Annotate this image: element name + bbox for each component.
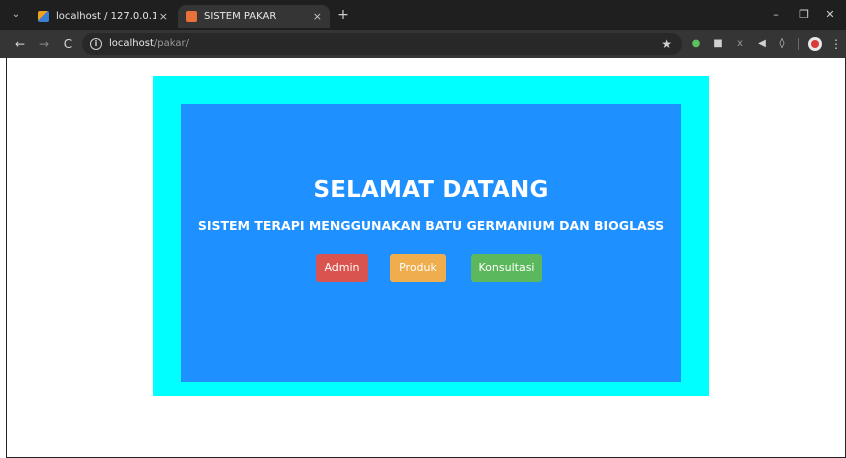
tab-title: localhost / 127.0.0.1 / pakar | p (56, 11, 156, 22)
browser-tab-bar: ⌄ localhost / 127.0.0.1 / pakar | p × SI… (0, 0, 846, 30)
tab-sistem-pakar[interactable]: SISTEM PAKAR × (178, 5, 330, 28)
tab-search-icon[interactable]: ⌄ (8, 7, 24, 23)
welcome-panel: SELAMAT DATANG SISTEM TERAPI MENGGUNAKAN… (181, 104, 681, 382)
tab-close-icon[interactable]: × (159, 5, 168, 28)
page-subtitle: SISTEM TERAPI MENGGUNAKAN BATU GERMANIUM… (197, 218, 665, 233)
admin-button[interactable]: Admin (316, 254, 368, 282)
extension-shield-icon[interactable]: ■ (712, 38, 724, 50)
new-tab-button[interactable]: + (334, 6, 352, 24)
address-path: /pakar/ (153, 38, 189, 49)
toolbar-divider (798, 38, 799, 50)
page-viewport: SELAMAT DATANG SISTEM TERAPI MENGGUNAKAN… (6, 58, 846, 458)
konsultasi-button[interactable]: Konsultasi (471, 254, 542, 282)
tab-phpmyadmin[interactable]: localhost / 127.0.0.1 / pakar | p × (30, 5, 176, 28)
close-window-button[interactable]: ✕ (822, 7, 838, 23)
tab-close-icon[interactable]: × (313, 5, 322, 28)
produk-button[interactable]: Produk (390, 254, 446, 282)
phpmyadmin-favicon-icon (38, 11, 49, 22)
reload-button[interactable]: C (60, 36, 76, 52)
profile-avatar[interactable] (808, 37, 822, 51)
address-bar[interactable]: i localhost/pakar/ ★ (82, 33, 682, 55)
forward-button[interactable]: → (36, 36, 52, 52)
browser-toolbar: ← → C i localhost/pakar/ ★ ● ■ x ◀ ◊ ⋮ (0, 30, 846, 58)
address-host: localhost (109, 38, 154, 49)
outer-panel: SELAMAT DATANG SISTEM TERAPI MENGGUNAKAN… (153, 76, 709, 396)
browser-menu-icon[interactable]: ⋮ (830, 36, 842, 52)
site-favicon-icon (186, 11, 197, 22)
extension-small-icon[interactable]: x (734, 38, 746, 50)
address-url[interactable]: localhost/pakar/ (109, 37, 189, 51)
extensions-puzzle-icon[interactable]: ◊ (776, 38, 788, 50)
back-button[interactable]: ← (12, 36, 28, 52)
maximize-button[interactable]: ❐ (796, 7, 812, 23)
bookmark-star-icon[interactable]: ★ (661, 36, 672, 52)
page-title: SELAMAT DATANG (313, 177, 549, 203)
extension-arrow-icon[interactable]: ◀ (756, 38, 768, 50)
site-info-icon[interactable]: i (90, 38, 102, 50)
minimize-button[interactable]: – (768, 7, 784, 23)
extension-leaf-icon[interactable]: ● (690, 38, 702, 50)
tab-title: SISTEM PAKAR (204, 11, 277, 22)
